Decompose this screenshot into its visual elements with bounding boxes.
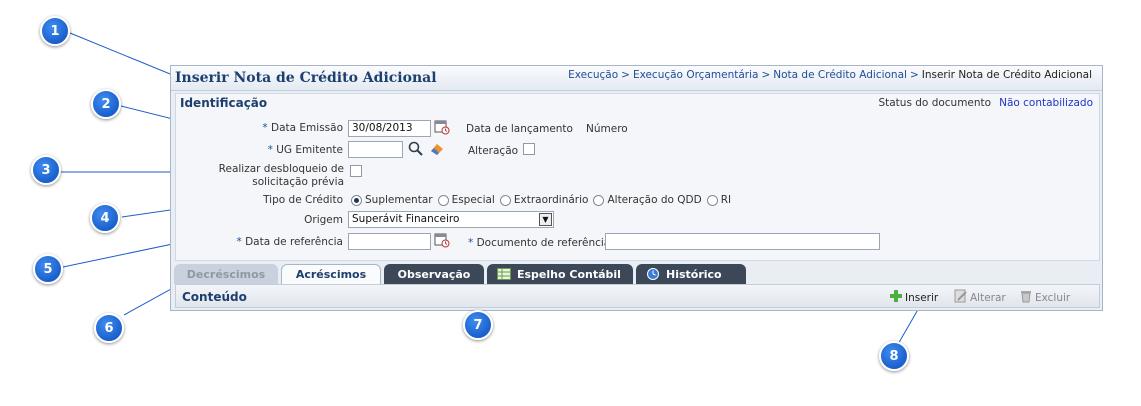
radio-button[interactable] bbox=[437, 194, 449, 206]
section-title: Identificação bbox=[180, 96, 268, 110]
breadcrumb-nota-credito-adicional[interactable]: Nota de Crédito Adicional bbox=[773, 69, 907, 81]
alteracao-label: Alteração bbox=[468, 145, 519, 157]
main-window: Inserir Nota de Crédito Adicional Execuç… bbox=[170, 65, 1103, 311]
radio-button[interactable] bbox=[351, 194, 362, 206]
origem-selected-value: Superávit Financeiro bbox=[352, 213, 460, 225]
breadcrumb: Execução > Execução Orçamentária > Nota de C… bbox=[568, 69, 1092, 81]
radio-ri[interactable]: RI bbox=[706, 194, 731, 206]
tab-espelho-contabil[interactable]: Espelho Contábil bbox=[487, 264, 633, 284]
ug-emitente-label: * UG Emitente bbox=[267, 144, 343, 156]
radio-extraordinario[interactable]: Extraordinário bbox=[499, 194, 588, 206]
inserir-button[interactable]: Inserir bbox=[889, 289, 938, 306]
data-emissao-input[interactable]: 30/08/2013 bbox=[348, 120, 431, 137]
content-title: Conteúdo bbox=[182, 290, 247, 304]
callout-7: 7 bbox=[463, 310, 493, 340]
search-icon[interactable] bbox=[408, 141, 424, 157]
breadcrumb-separator: > bbox=[621, 69, 630, 81]
callout-3: 3 bbox=[31, 155, 61, 185]
alteracao-checkbox[interactable] bbox=[523, 143, 535, 155]
status-documento: Status do documento Não contabilizado bbox=[878, 97, 1093, 109]
desbloqueio-checkbox[interactable] bbox=[350, 165, 362, 177]
tab-historico[interactable]: Histórico bbox=[636, 264, 746, 284]
tab-acrescimos[interactable]: Acréscimos bbox=[281, 264, 381, 284]
alterar-button[interactable]: Alterar bbox=[954, 289, 1006, 306]
radio-button[interactable] bbox=[706, 194, 718, 206]
numero-label: Número bbox=[586, 123, 628, 135]
data-emissao-label: * Data Emissão bbox=[262, 122, 343, 134]
tab-historico-label: Histórico bbox=[666, 267, 722, 281]
tab-bar: Decréscimos Acréscimos Observação Espelh… bbox=[171, 264, 1102, 284]
inserir-label: Inserir bbox=[905, 291, 939, 304]
tipo-credito-radio-group: Suplementar Especial Extraordinário Alte… bbox=[351, 194, 734, 206]
breadcrumb-separator: > bbox=[761, 69, 771, 81]
callout-8: 8 bbox=[879, 341, 909, 371]
tab-observacao[interactable]: Observação bbox=[384, 264, 484, 284]
calendar-icon[interactable] bbox=[434, 119, 450, 135]
callout-6: 6 bbox=[94, 313, 124, 343]
excluir-label: Excluir bbox=[1035, 291, 1071, 304]
data-referencia-input[interactable] bbox=[348, 233, 431, 250]
title-bar: Inserir Nota de Crédito Adicional Execuç… bbox=[171, 66, 1102, 91]
tab-decrescimos[interactable]: Decréscimos bbox=[174, 264, 278, 284]
status-value: Não contabilizado bbox=[999, 97, 1093, 109]
origem-select[interactable]: Superávit Financeiro ▼ bbox=[348, 211, 554, 228]
radio-especial[interactable]: Especial bbox=[437, 194, 495, 206]
tab-espelho-contabil-label: Espelho Contábil bbox=[517, 267, 621, 281]
breadcrumb-separator: > bbox=[909, 69, 919, 81]
documento-referencia-input[interactable] bbox=[605, 233, 880, 250]
history-icon bbox=[646, 268, 660, 280]
radio-suplementar[interactable]: Suplementar bbox=[351, 194, 433, 206]
radio-button[interactable] bbox=[499, 194, 511, 206]
spreadsheet-icon bbox=[497, 268, 511, 280]
breadcrumb-execucao-orcamentaria[interactable]: Execução Orçamentária bbox=[633, 69, 759, 81]
excluir-button[interactable]: Excluir bbox=[1019, 289, 1070, 306]
radio-button[interactable] bbox=[593, 194, 605, 206]
status-label: Status do documento bbox=[878, 97, 992, 109]
radio-alteracao-qdd[interactable]: Alteração do QDD bbox=[593, 194, 702, 206]
breadcrumb-execucao[interactable]: Execução bbox=[568, 69, 618, 81]
page-title: Inserir Nota de Crédito Adicional bbox=[175, 70, 437, 86]
calendar-icon[interactable] bbox=[434, 232, 450, 248]
chevron-down-icon[interactable]: ▼ bbox=[539, 213, 552, 226]
tipo-credito-label: Tipo de Crédito bbox=[263, 194, 343, 206]
alterar-label: Alterar bbox=[970, 291, 1006, 304]
edit-icon bbox=[954, 289, 968, 306]
callout-5: 5 bbox=[33, 254, 63, 284]
breadcrumb-current: Inserir Nota de Crédito Adicional bbox=[921, 69, 1092, 81]
callout-1: 1 bbox=[40, 16, 70, 46]
desbloqueio-label: Realizar desbloqueio de solicitação prévi… bbox=[218, 163, 344, 188]
documento-referencia-label: * Documento de referência bbox=[468, 237, 611, 249]
eraser-icon[interactable] bbox=[429, 141, 445, 157]
data-referencia-label: * Data de referência bbox=[236, 236, 344, 248]
callout-2: 2 bbox=[91, 89, 121, 119]
plus-icon bbox=[889, 289, 903, 306]
ug-emitente-input[interactable] bbox=[348, 141, 403, 158]
trash-icon bbox=[1019, 289, 1033, 306]
data-lancamento-label: Data de lançamento bbox=[466, 123, 573, 135]
content-bar: Conteúdo Inserir Alterar Excluir bbox=[175, 284, 1100, 308]
origem-label: Origem bbox=[304, 214, 343, 226]
callout-4: 4 bbox=[90, 203, 120, 233]
